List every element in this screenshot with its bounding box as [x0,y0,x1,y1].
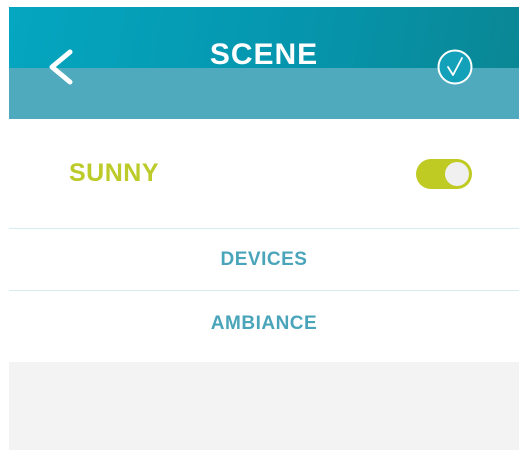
scene-screen: SCENE SUNNY DEVICES AMBIANCE [9,7,519,450]
header-bar: SCENE [9,7,519,119]
menu-item-devices[interactable]: DEVICES [9,229,519,291]
scene-toggle[interactable] [416,159,472,189]
menu-item-ambiance[interactable]: AMBIANCE [9,291,519,362]
check-circle-icon [437,49,473,85]
footer-area [9,362,519,450]
scene-name: SUNNY [69,159,160,187]
scene-row: SUNNY [9,119,519,229]
toggle-knob [445,162,469,186]
confirm-button[interactable] [437,49,473,85]
